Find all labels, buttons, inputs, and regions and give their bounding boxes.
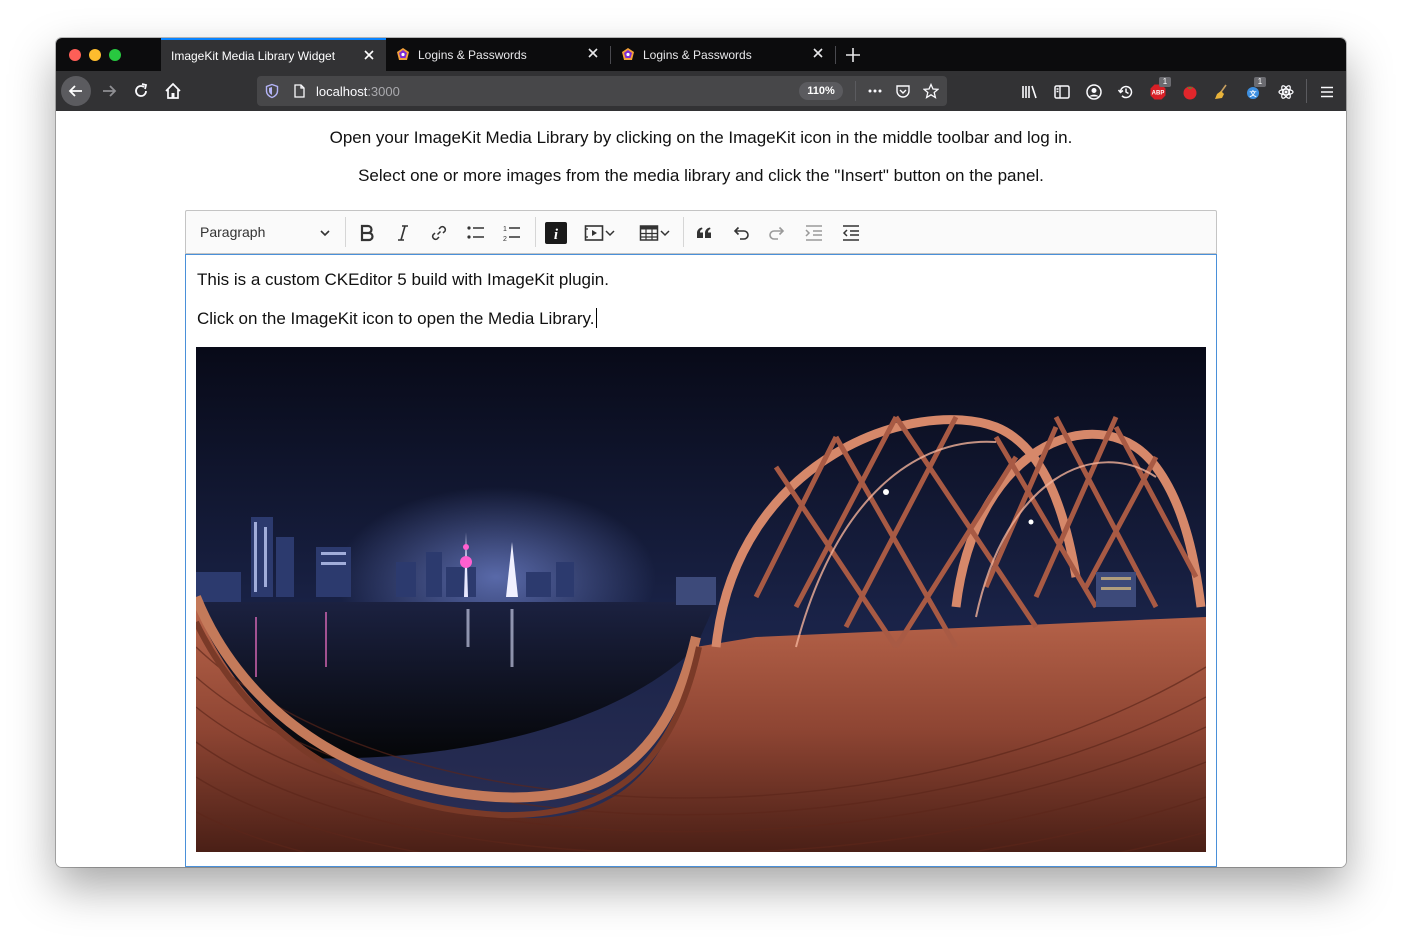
translate-badge: 1 [1254, 77, 1266, 87]
home-button[interactable] [159, 77, 187, 105]
history-icon[interactable] [1117, 83, 1135, 101]
sidebar-icon[interactable] [1053, 83, 1071, 101]
page-info-icon[interactable] [291, 83, 307, 99]
svg-text:1: 1 [503, 226, 507, 233]
close-window-button[interactable] [69, 49, 81, 61]
editor-paragraph-2[interactable]: Click on the ImageKit icon to open the M… [197, 308, 597, 329]
panorama-image[interactable] [196, 347, 1206, 852]
tracking-shield-icon[interactable] [264, 83, 280, 99]
outdent-icon [842, 225, 859, 241]
close-icon[interactable] [362, 48, 376, 62]
redo-button[interactable] [763, 219, 791, 247]
tab-strip: ImageKit Media Library Widget Logins & P… [56, 38, 1346, 71]
toolbar-separator [535, 217, 536, 247]
intro-line-1: Open your ImageKit Media Library by clic… [329, 128, 1073, 147]
undo-icon [733, 226, 749, 240]
tab-label: ImageKit Media Library Widget [171, 48, 336, 63]
lockwise-icon [397, 48, 409, 60]
text-caret [595, 308, 597, 328]
bulleted-list-icon [467, 226, 484, 239]
broom-icon[interactable] [1213, 83, 1231, 101]
redo-icon [769, 226, 785, 240]
close-icon[interactable] [811, 46, 825, 60]
tab-label: Logins & Passwords [418, 47, 527, 62]
bulleted-list-button[interactable] [462, 219, 490, 247]
account-icon[interactable] [1085, 83, 1103, 101]
numbered-list-button[interactable]: 1 2 [498, 219, 526, 247]
imagekit-button[interactable]: i [542, 219, 570, 247]
blockquote-icon [697, 227, 711, 238]
numbered-list-icon: 1 2 [503, 226, 520, 243]
toolbar-separator [683, 217, 684, 247]
tomato-timer-icon[interactable] [1181, 83, 1199, 101]
forward-button[interactable] [95, 77, 123, 105]
bookmark-star-icon[interactable] [923, 83, 939, 99]
browser-window: ImageKit Media Library Widget Logins & P… [56, 38, 1346, 867]
tab-imagekit-widget[interactable]: ImageKit Media Library Widget [161, 38, 386, 71]
tab-label: Logins & Passwords [643, 47, 752, 62]
link-icon [431, 225, 447, 241]
close-icon[interactable] [586, 46, 600, 60]
svg-text:文: 文 [1250, 89, 1258, 98]
url-host: localhost [316, 84, 368, 99]
toolbar-separator [345, 217, 346, 247]
intro-line-2: Select one or more images from the media… [358, 166, 1044, 185]
page-actions-icon[interactable] [867, 83, 883, 99]
back-button[interactable] [61, 76, 91, 106]
tab-logins-passwords-2[interactable]: Logins & Passwords [611, 38, 835, 71]
indent-button[interactable] [800, 219, 828, 247]
svg-text:ABP: ABP [1152, 91, 1165, 97]
adblock-badge: 1 [1159, 77, 1171, 87]
undo-button[interactable] [727, 219, 755, 247]
heading-dropdown-label: Paragraph [200, 224, 266, 240]
react-devtools-icon[interactable] [1277, 83, 1295, 101]
zoom-indicator[interactable]: 110% [799, 82, 843, 100]
italic-button[interactable] [389, 219, 417, 247]
maximize-window-button[interactable] [109, 49, 121, 61]
blockquote-button[interactable] [690, 219, 718, 247]
italic-icon [398, 225, 408, 241]
tab-divider [835, 46, 836, 64]
chevron-down-icon [605, 230, 615, 237]
arrow-right-icon [103, 85, 117, 97]
toolbar-divider [1306, 79, 1307, 103]
address-bar[interactable]: localhost:3000 110% [257, 76, 947, 106]
url-port: :3000 [367, 84, 400, 99]
insert-table-dropdown[interactable] [633, 219, 677, 247]
editor-paragraph-1[interactable]: This is a custom CKEditor 5 build with I… [197, 270, 609, 290]
media-embed-icon [584, 225, 604, 241]
page-content: Open your ImageKit Media Library by clic… [56, 111, 1346, 867]
outdent-button[interactable] [837, 219, 865, 247]
reload-button[interactable] [127, 77, 155, 105]
arrow-left-icon [68, 85, 82, 97]
link-button[interactable] [425, 219, 453, 247]
editor-content[interactable]: This is a custom CKEditor 5 build with I… [185, 254, 1217, 867]
library-icon[interactable] [1021, 83, 1039, 101]
reload-icon [135, 83, 148, 97]
indent-icon [805, 225, 822, 241]
bridge-panorama-graphic [196, 347, 1206, 852]
minimize-window-button[interactable] [89, 49, 101, 61]
hamburger-menu-icon[interactable] [1318, 83, 1336, 101]
heading-dropdown[interactable]: Paragraph [186, 211, 344, 253]
home-icon [165, 82, 181, 99]
bold-button[interactable] [353, 219, 381, 247]
editor-toolbar: Paragraph 1 2 i [185, 210, 1217, 254]
chevron-down-icon [660, 230, 670, 237]
new-tab-icon[interactable] [842, 44, 864, 66]
bold-icon [360, 224, 374, 242]
lockwise-icon [622, 48, 634, 60]
table-icon [639, 225, 659, 241]
pocket-icon[interactable] [895, 83, 911, 99]
tab-logins-passwords-1[interactable]: Logins & Passwords [386, 38, 610, 71]
url-field[interactable]: localhost:3000 [316, 84, 400, 99]
chevron-down-icon [320, 230, 330, 237]
media-embed-dropdown[interactable] [579, 219, 621, 247]
editor-paragraph-2-text: Click on the ImageKit icon to open the M… [197, 309, 595, 328]
svg-text:2: 2 [503, 236, 507, 243]
urlbar-divider [855, 81, 856, 101]
imagekit-icon: i [545, 222, 567, 244]
navigation-toolbar: localhost:3000 110% ABP 1 文 1 [56, 71, 1346, 111]
